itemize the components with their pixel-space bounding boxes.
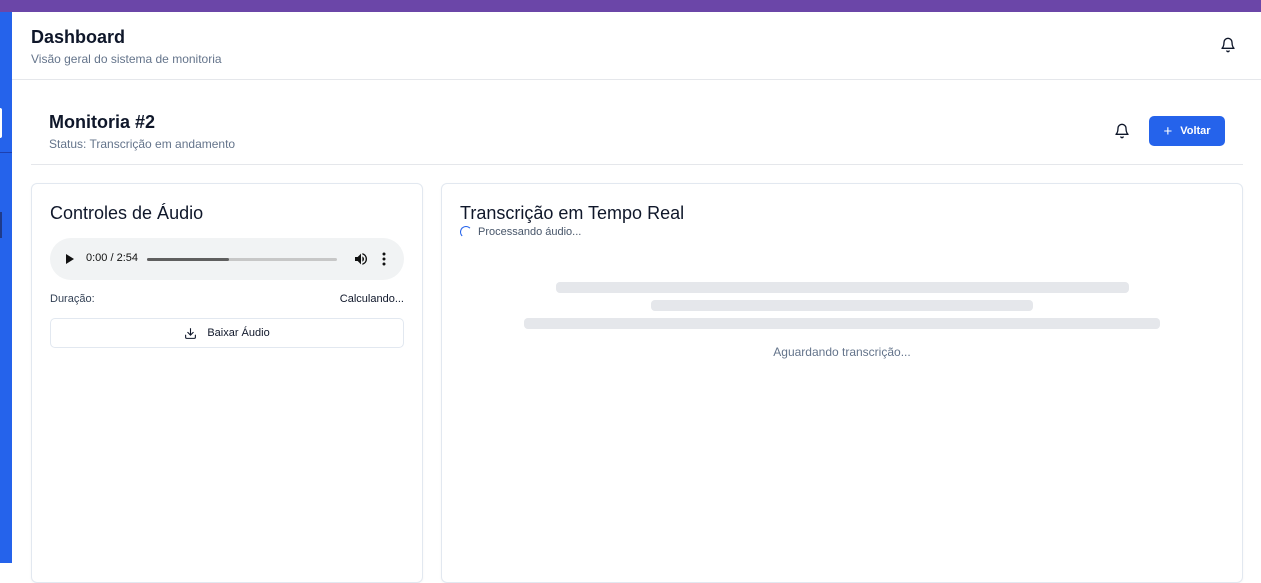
player-progress-fill (147, 258, 229, 261)
download-button-label: Baixar Áudio (207, 327, 270, 339)
duration-value: Calculando... (339, 293, 404, 305)
download-icon (185, 327, 197, 339)
download-audio-button[interactable]: Baixar Áudio (50, 318, 404, 348)
divider (31, 164, 1243, 165)
sidebar-item-active[interactable] (0, 212, 2, 238)
back-button-label: Voltar (1180, 125, 1211, 137)
header: Dashboard Visão geral do sistema de moni… (12, 12, 1261, 80)
bell-icon[interactable] (1114, 123, 1130, 139)
player-progress-slider[interactable] (147, 258, 337, 261)
audio-controls-card: Controles de Áudio 0:00 / 2:54 Duração: … (31, 183, 423, 583)
duration-label: Duração: (50, 293, 95, 305)
sidebar-divider (0, 152, 12, 153)
audio-card-title: Controles de Áudio (50, 203, 204, 223)
processing-text: Processando áudio... (478, 226, 582, 238)
volume-icon[interactable] (353, 251, 369, 267)
top-accent-bar (0, 0, 1261, 12)
play-icon[interactable] (66, 254, 74, 264)
back-button[interactable]: + Voltar (1149, 116, 1225, 146)
transcription-card-title: Transcrição em Tempo Real (460, 203, 685, 223)
processing-status: Processando áudio... (460, 226, 581, 238)
transcription-card: Transcrição em Tempo Real Processando áu… (441, 183, 1243, 583)
waiting-text: Aguardando transcrição... (773, 345, 911, 359)
bell-icon[interactable] (1220, 37, 1236, 53)
page-title: Monitoria #2 (49, 112, 156, 132)
skeleton-line (651, 300, 1033, 311)
header-subtitle: Visão geral do sistema de monitoria (31, 52, 222, 66)
plus-icon: + (1163, 122, 1173, 140)
spinner-icon (460, 226, 472, 238)
sidebar (0, 12, 12, 563)
skeleton-line (556, 282, 1129, 293)
page-status: Status: Transcrição em andamento (49, 137, 236, 151)
skeleton-line (524, 318, 1160, 329)
sidebar-toggle[interactable] (0, 108, 2, 138)
player-time: 0:00 / 2:54 (86, 252, 138, 264)
more-options-icon[interactable] (381, 251, 387, 267)
header-title: Dashboard (31, 27, 126, 47)
audio-player: 0:00 / 2:54 (50, 238, 404, 280)
